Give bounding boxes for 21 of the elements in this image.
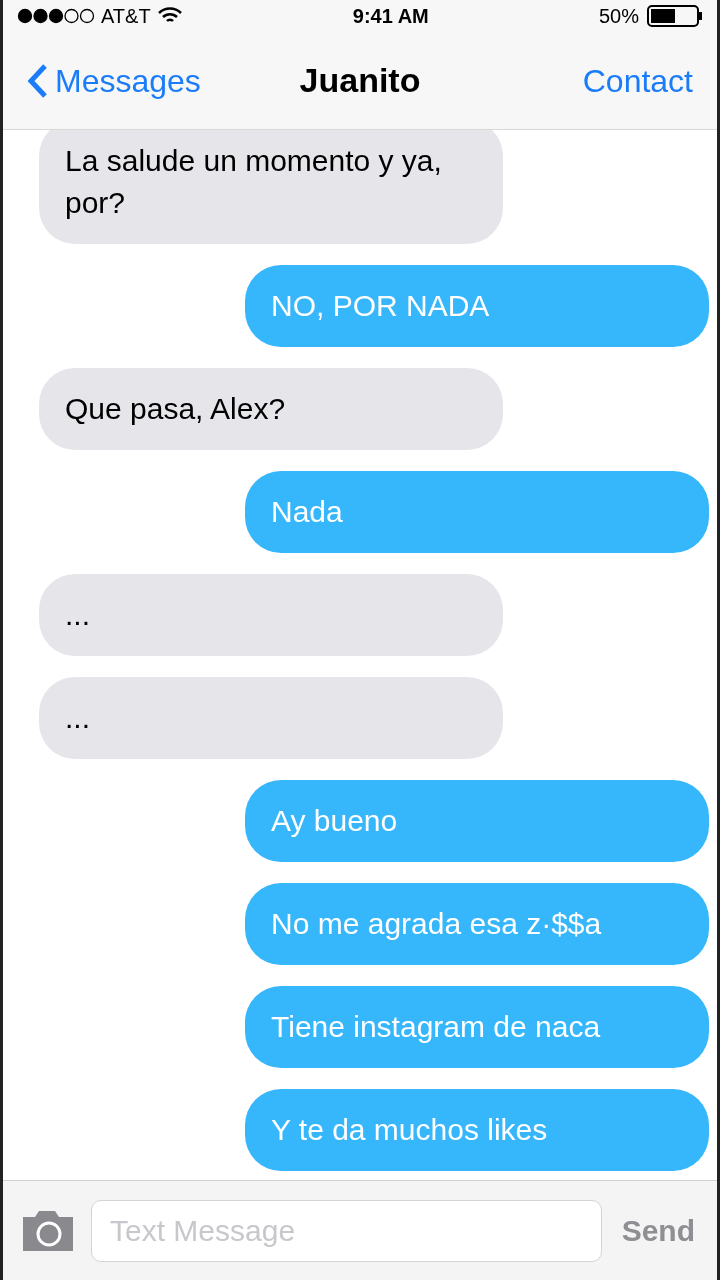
contact-button[interactable]: Contact	[582, 56, 693, 105]
message-bubble: ...	[39, 574, 503, 656]
message-input[interactable]: Text Message	[91, 1199, 602, 1262]
message-bubble: Tiene instagram de naca	[245, 986, 709, 1068]
battery-percent: 50%	[598, 4, 639, 29]
carrier-name: AT&T	[101, 4, 151, 29]
message-bubble: ...	[39, 677, 503, 759]
message-bubble: Y te da muchos likes	[245, 1089, 709, 1171]
message-bubble: La salude un momento y ya, por?	[39, 130, 503, 244]
back-button[interactable]: Messages	[27, 56, 201, 105]
status-time: 9:41 AM	[352, 4, 429, 29]
message-bubble: No me agrada esa z·$$a	[245, 883, 709, 965]
chevron-left-icon	[27, 62, 49, 99]
conversation-title: Juanito	[299, 60, 421, 101]
battery-icon	[647, 5, 703, 27]
message-bubble: Que pasa, Alex?	[39, 368, 503, 450]
message-bubble: Ay bueno	[245, 780, 709, 862]
signal-icon	[17, 8, 95, 24]
message-bubble: Nada	[245, 471, 709, 553]
message-bubble: NO, POR NADA	[245, 265, 709, 347]
send-button[interactable]: Send	[615, 1208, 701, 1253]
